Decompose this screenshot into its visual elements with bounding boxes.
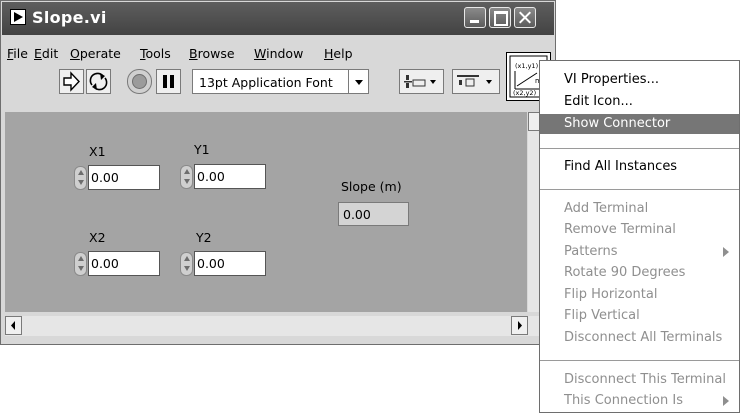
close-button[interactable]: [514, 7, 536, 28]
distribute-objects-button[interactable]: [452, 69, 500, 94]
pause-button[interactable]: [156, 69, 181, 94]
connector-context-menu: VI Properties... Edit Icon... Show Conne…: [539, 60, 740, 413]
x1-input[interactable]: 0.00: [88, 165, 160, 190]
arrow-right-icon: [518, 321, 522, 330]
toolbar: 13pt Application Font: [2, 69, 507, 101]
title-bar[interactable]: Slope.vi: [2, 2, 554, 35]
font-dropdown-value: 13pt Application Font: [199, 75, 333, 90]
menu-item-disconnect-all-terminals[interactable]: Disconnect All Terminals: [540, 328, 739, 348]
maximize-button[interactable]: [489, 7, 511, 28]
menu-operate[interactable]: Operate: [70, 46, 121, 61]
menu-item-remove-terminal[interactable]: Remove Terminal: [540, 220, 739, 240]
slope-indicator: 0.00: [338, 202, 409, 226]
menu-separator: [540, 360, 739, 361]
menu-item-disconnect-this-terminal[interactable]: Disconnect This Terminal: [540, 370, 739, 390]
menu-item-this-connection-is[interactable]: This Connection Is: [540, 391, 739, 411]
menu-item-edit-icon[interactable]: Edit Icon...: [540, 92, 739, 112]
align-objects-button[interactable]: [399, 69, 444, 94]
chevron-down-icon[interactable]: [348, 70, 368, 93]
x2-label: X2: [89, 230, 106, 245]
vi-window: Slope.vi File Edit Operate Tools Browse …: [0, 0, 556, 345]
abort-button[interactable]: [127, 69, 152, 94]
submenu-arrow-icon: [723, 396, 729, 406]
menu-file[interactable]: File: [7, 46, 28, 61]
horizontal-scrollbar[interactable]: [5, 316, 546, 336]
scroll-left-button[interactable]: [5, 316, 22, 335]
run-continuously-icon: [89, 72, 108, 91]
menu-separator: [540, 148, 739, 149]
x2-input[interactable]: 0.00: [88, 251, 160, 276]
align-objects-icon: [404, 75, 436, 88]
y1-label: Y1: [194, 142, 210, 157]
menu-item-find-all-instances[interactable]: Find All Instances: [540, 157, 739, 177]
run-continuously-button[interactable]: [86, 69, 111, 94]
menu-item-flip-vertical[interactable]: Flip Vertical: [540, 306, 739, 326]
scroll-right-button[interactable]: [511, 316, 528, 335]
window-title: Slope.vi: [32, 8, 107, 27]
y1-increment-decrement[interactable]: [180, 165, 193, 189]
menu-browse[interactable]: Browse: [189, 46, 235, 61]
y2-label: Y2: [196, 230, 212, 245]
y1-input[interactable]: 0.00: [194, 164, 266, 189]
menu-item-patterns[interactable]: Patterns: [540, 242, 739, 262]
connector-text-top: (x1,y1): [515, 62, 538, 70]
run-arrow-button[interactable]: [59, 69, 84, 94]
menu-tools[interactable]: Tools: [140, 46, 171, 61]
submenu-arrow-icon: [723, 247, 729, 257]
arrow-left-icon: [11, 321, 15, 330]
menu-bar: File Edit Operate Tools Browse Window He…: [2, 46, 502, 64]
connector-text-bottom: (x2,y2): [513, 89, 536, 97]
run-arrow-icon: [63, 71, 80, 92]
menu-help[interactable]: Help: [324, 46, 353, 61]
x2-increment-decrement[interactable]: [74, 252, 87, 276]
x1-increment-decrement[interactable]: [74, 166, 87, 190]
menu-item-flip-horizontal[interactable]: Flip Horizontal: [540, 285, 739, 305]
minimize-button[interactable]: [464, 7, 486, 28]
y2-increment-decrement[interactable]: [180, 252, 193, 276]
labview-vi-icon: [10, 9, 26, 25]
x1-label: X1: [89, 144, 106, 159]
pause-icon: [163, 75, 174, 88]
menu-window[interactable]: Window: [254, 46, 303, 61]
y2-input[interactable]: 0.00: [194, 251, 266, 276]
abort-icon: [132, 74, 147, 89]
distribute-objects-icon: [457, 75, 492, 87]
menu-item-add-terminal[interactable]: Add Terminal: [540, 199, 739, 219]
front-panel[interactable]: [5, 112, 527, 312]
font-dropdown[interactable]: 13pt Application Font: [192, 69, 369, 94]
menu-item-rotate-90[interactable]: Rotate 90 Degrees: [540, 263, 739, 283]
slope-label: Slope (m): [341, 179, 402, 194]
menu-separator: [540, 189, 739, 190]
menu-edit[interactable]: Edit: [34, 46, 58, 61]
menu-item-vi-properties[interactable]: VI Properties...: [540, 70, 739, 90]
menu-item-show-connector[interactable]: Show Connector: [540, 114, 739, 134]
